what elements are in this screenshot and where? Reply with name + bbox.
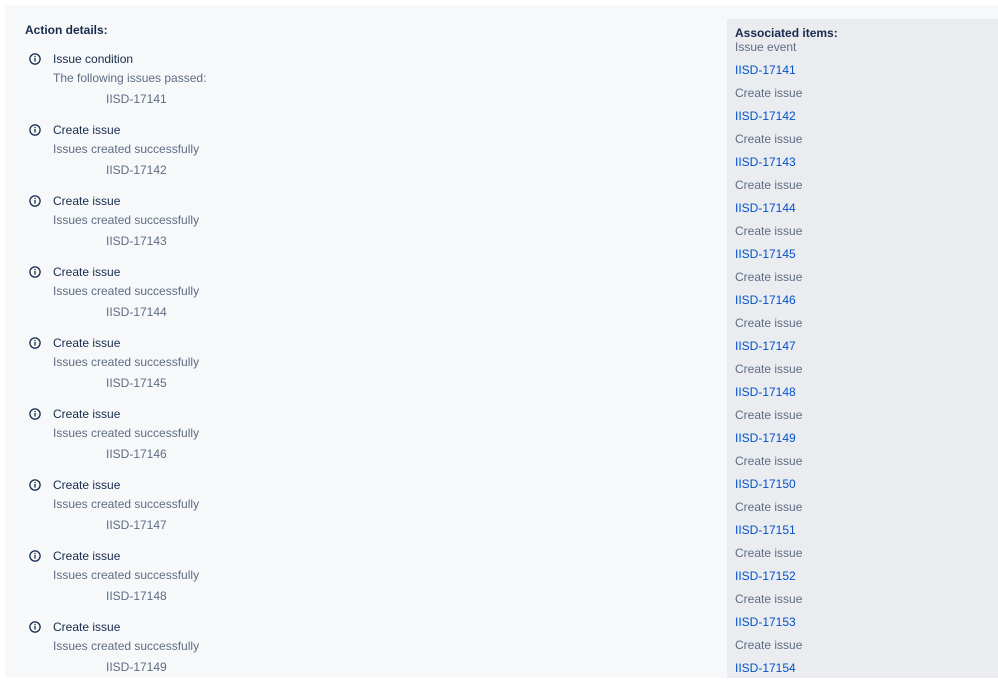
action-title: Create issue bbox=[53, 123, 121, 137]
associated-event-label: Issue event bbox=[735, 40, 797, 54]
action-title: Create issue bbox=[53, 336, 121, 350]
associated-issue-link[interactable]: IISD-17148 bbox=[735, 385, 796, 399]
info-icon bbox=[29, 621, 41, 633]
associated-issue-link[interactable]: IISD-17144 bbox=[735, 201, 796, 215]
associated-event-label: Create issue bbox=[735, 86, 803, 100]
action-message: The following issues passed: bbox=[53, 71, 207, 85]
action-title: Create issue bbox=[53, 194, 121, 208]
info-icon bbox=[29, 337, 41, 349]
action-message: Issues created successfully bbox=[53, 568, 200, 582]
associated-event-label: Create issue bbox=[735, 592, 803, 606]
associated-issue-link[interactable]: IISD-17141 bbox=[735, 63, 796, 77]
associated-issue-link[interactable]: IISD-17149 bbox=[735, 431, 796, 445]
action-item: Create issue Issues created successfully I… bbox=[25, 549, 685, 620]
action-title: Create issue bbox=[53, 265, 121, 279]
action-message: Issues created successfully bbox=[53, 284, 200, 298]
action-message: Issues created successfully bbox=[53, 639, 200, 653]
action-issue-key: IISD-17146 bbox=[106, 447, 167, 461]
action-item: Issue condition The following issues pass… bbox=[25, 52, 685, 123]
action-title: Create issue bbox=[53, 407, 121, 421]
action-item: Create issue Issues created successfully I… bbox=[25, 407, 685, 478]
associated-event-label: Create issue bbox=[735, 454, 803, 468]
info-icon bbox=[29, 479, 41, 491]
action-issue-key: IISD-17144 bbox=[106, 305, 167, 319]
associated-issue-link[interactable]: IISD-17145 bbox=[735, 247, 796, 261]
associated-event-label: Create issue bbox=[735, 546, 803, 560]
associated-event-label: Create issue bbox=[735, 362, 803, 376]
associated-issue-link[interactable]: IISD-17143 bbox=[735, 155, 796, 169]
action-message: Issues created successfully bbox=[53, 426, 200, 440]
associated-issue-link[interactable]: IISD-17154 bbox=[735, 661, 796, 675]
action-issue-key: IISD-17143 bbox=[106, 234, 167, 248]
action-title: Create issue bbox=[53, 549, 121, 563]
action-message: Issues created successfully bbox=[53, 213, 200, 227]
info-icon bbox=[29, 550, 41, 562]
associated-issue-link[interactable]: IISD-17146 bbox=[735, 293, 796, 307]
action-title: Create issue bbox=[53, 478, 121, 492]
action-issue-key: IISD-17147 bbox=[106, 518, 167, 532]
action-item: Create issue Issues created successfully I… bbox=[25, 336, 685, 407]
action-item: Create issue Issues created successfully I… bbox=[25, 620, 685, 691]
info-icon bbox=[29, 53, 41, 65]
associated-items-panel: Associated items: Issue event IISD-17141 C… bbox=[727, 19, 998, 678]
action-issue-key: IISD-17149 bbox=[106, 660, 167, 674]
associated-event-label: Create issue bbox=[735, 132, 803, 146]
action-item: Create issue Issues created successfully I… bbox=[25, 265, 685, 336]
action-message: Issues created successfully bbox=[53, 497, 200, 511]
action-details-heading: Action details: bbox=[25, 23, 108, 37]
associated-issue-link[interactable]: IISD-17147 bbox=[735, 339, 796, 353]
associated-items-heading: Associated items: bbox=[735, 26, 838, 40]
action-title: Issue condition bbox=[53, 52, 134, 66]
action-issue-key: IISD-17145 bbox=[106, 376, 167, 390]
associated-issue-link[interactable]: IISD-17151 bbox=[735, 523, 796, 537]
action-message: Issues created successfully bbox=[53, 355, 200, 369]
associated-issue-link[interactable]: IISD-17142 bbox=[735, 109, 796, 123]
action-details-panel: Action details: Issue condition The follo… bbox=[25, 23, 685, 674]
associated-event-label: Create issue bbox=[735, 178, 803, 192]
associated-issue-link[interactable]: IISD-17150 bbox=[735, 477, 796, 491]
action-title: Create issue bbox=[53, 620, 121, 634]
action-list: Issue condition The following issues pass… bbox=[25, 52, 685, 691]
action-issue-key: IISD-17141 bbox=[106, 92, 167, 106]
associated-event-label: Create issue bbox=[735, 638, 803, 652]
associated-event-label: Create issue bbox=[735, 500, 803, 514]
info-icon bbox=[29, 408, 41, 420]
action-item: Create issue Issues created successfully I… bbox=[25, 123, 685, 194]
associated-event-label: Create issue bbox=[735, 316, 803, 330]
action-issue-key: IISD-17148 bbox=[106, 589, 167, 603]
action-message: Issues created successfully bbox=[53, 142, 200, 156]
associated-issue-link[interactable]: IISD-17153 bbox=[735, 615, 796, 629]
info-icon bbox=[29, 124, 41, 136]
info-icon bbox=[29, 266, 41, 278]
associated-issue-link[interactable]: IISD-17152 bbox=[735, 569, 796, 583]
action-item: Create issue Issues created successfully I… bbox=[25, 194, 685, 265]
associated-event-label: Create issue bbox=[735, 408, 803, 422]
info-icon bbox=[29, 195, 41, 207]
action-issue-key: IISD-17142 bbox=[106, 163, 167, 177]
action-item: Create issue Issues created successfully I… bbox=[25, 478, 685, 549]
associated-event-label: Create issue bbox=[735, 270, 803, 284]
associated-event-label: Create issue bbox=[735, 224, 803, 238]
